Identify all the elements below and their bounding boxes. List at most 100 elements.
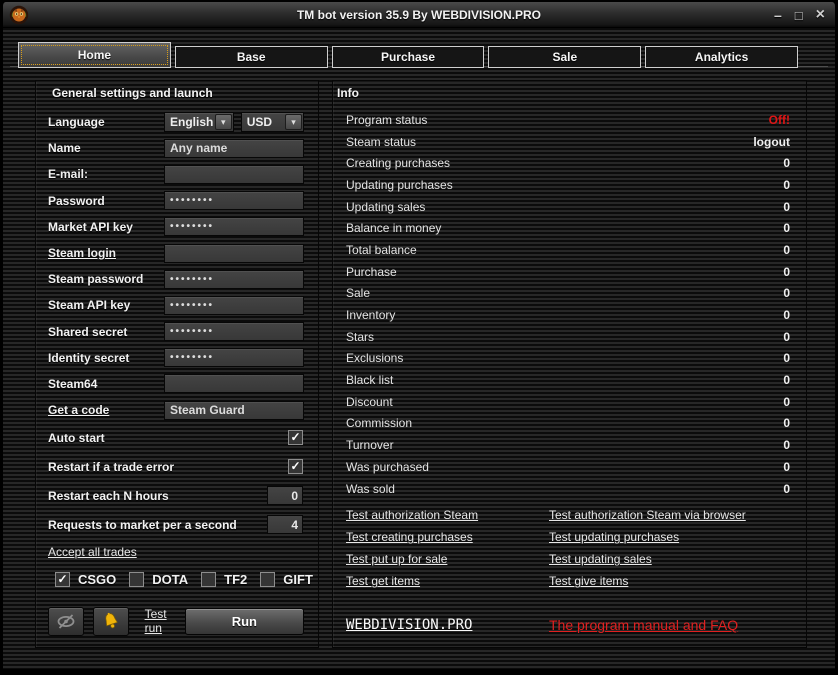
test-run-link[interactable]: Test run bbox=[145, 607, 185, 635]
checkbox-restart-if-a-trade-error[interactable]: ✓ bbox=[288, 459, 303, 475]
run-button[interactable]: Run bbox=[184, 607, 305, 635]
general-settings-panel: General settings and launch Language Engl… bbox=[35, 80, 319, 648]
input-get-a-code[interactable] bbox=[164, 400, 304, 420]
accept-all-trades-link[interactable]: Accept all trades bbox=[48, 545, 137, 559]
form-row: Steam64 bbox=[48, 371, 304, 397]
manual-faq-link[interactable]: The program manual and FAQ bbox=[549, 617, 806, 633]
game-item-csgo: ✓ CSGO bbox=[55, 571, 116, 587]
link-test-give-items[interactable]: Test give items bbox=[549, 574, 806, 588]
info-row-was-purchased: Was purchased 0 bbox=[333, 456, 806, 478]
input-e-mail[interactable] bbox=[164, 164, 304, 184]
form-row: Steam API key bbox=[48, 292, 304, 318]
label-name: Name bbox=[48, 141, 81, 156]
chevron-down-icon[interactable]: ▾ bbox=[285, 114, 302, 131]
input-shared-secret[interactable] bbox=[164, 322, 304, 342]
sound-button[interactable] bbox=[92, 606, 129, 636]
input-identity-secret[interactable] bbox=[164, 348, 304, 368]
label-password: Password bbox=[48, 193, 105, 208]
form-row: E-mail: bbox=[48, 161, 304, 187]
tab-bar: Home Base Purchase Sale Analytics bbox=[18, 42, 798, 68]
info-value: 0 bbox=[783, 481, 790, 496]
minimize-button[interactable]: – bbox=[774, 8, 782, 22]
checkbox-csgo[interactable]: ✓ bbox=[55, 571, 70, 587]
chevron-down-icon[interactable]: ▾ bbox=[214, 114, 232, 131]
fields: LanguageEnglish▾USD▾NameE-mail:PasswordM… bbox=[48, 109, 304, 423]
link-test-authorization-steam[interactable]: Test authorization Steam bbox=[346, 508, 549, 522]
input-steam-login[interactable] bbox=[164, 243, 304, 263]
link-test-get-items[interactable]: Test get items bbox=[346, 574, 549, 588]
game-item-tf2: TF2 bbox=[201, 571, 247, 587]
info-label: Total balance bbox=[346, 242, 417, 257]
checkbox-auto-start[interactable]: ✓ bbox=[288, 430, 303, 446]
info-value: logout bbox=[753, 134, 790, 149]
titlebar: TM bot version 35.9 By WEBDIVISION.PRO –… bbox=[3, 2, 835, 28]
info-value: 0 bbox=[783, 416, 790, 431]
form-row: Identity secret bbox=[48, 345, 304, 371]
info-row-updating-purchases: Updating purchases 0 bbox=[333, 174, 806, 196]
info-value: 0 bbox=[783, 459, 790, 474]
tab-purchase[interactable]: Purchase bbox=[331, 46, 485, 68]
language-select[interactable]: English ▾ bbox=[164, 112, 234, 133]
label-shared-secret: Shared secret bbox=[48, 324, 128, 339]
label-auto-start: Auto start bbox=[48, 430, 105, 445]
numeric-row: Requests to market per a second bbox=[48, 510, 304, 539]
form-row: Steam login bbox=[48, 240, 304, 266]
input-market-api-key[interactable] bbox=[164, 217, 304, 237]
label-restart-if-a-trade-error: Restart if a trade error bbox=[48, 459, 175, 474]
game-item-dota: DOTA bbox=[129, 571, 189, 587]
checkbox-dota[interactable] bbox=[129, 571, 145, 587]
info-value: 0 bbox=[783, 221, 790, 236]
tab-analytics[interactable]: Analytics bbox=[645, 46, 798, 68]
label-identity-secret: Identity secret bbox=[48, 350, 130, 365]
info-value: 0 bbox=[783, 264, 790, 279]
tab-base[interactable]: Base bbox=[174, 46, 328, 68]
game-label: DOTA bbox=[152, 571, 189, 587]
input-requests-to-market-per-a-second[interactable] bbox=[267, 515, 303, 535]
info-value: 0 bbox=[783, 199, 790, 214]
toggles: Auto start ✓ Restart if a trade error ✓ bbox=[48, 423, 304, 481]
input-name[interactable] bbox=[164, 138, 304, 158]
info-row-purchase: Purchase 0 bbox=[333, 261, 806, 283]
input-steam-password[interactable] bbox=[164, 269, 304, 289]
label-steam-login[interactable]: Steam login bbox=[48, 246, 164, 260]
link-test-updating-sales[interactable]: Test updating sales bbox=[549, 552, 806, 566]
tab-sale[interactable]: Sale bbox=[488, 46, 642, 68]
info-row-was-sold: Was sold 0 bbox=[333, 478, 806, 500]
link-test-authorization-steam-via-browser[interactable]: Test authorization Steam via browser bbox=[549, 508, 806, 522]
info-value: 0 bbox=[783, 438, 790, 453]
label-steam-password: Steam password bbox=[48, 272, 144, 287]
webdivision-link[interactable]: WEBDIVISION.PRO bbox=[346, 617, 549, 633]
input-restart-each-n-hours[interactable] bbox=[267, 486, 303, 506]
maximize-button[interactable]: □ bbox=[795, 9, 803, 22]
label-steam64: Steam64 bbox=[48, 376, 98, 391]
label-requests-to-market-per-a-second: Requests to market per a second bbox=[48, 517, 237, 532]
info-rows: Program status Off! Steam status logout Crea… bbox=[333, 109, 806, 499]
close-button[interactable]: × bbox=[816, 7, 825, 23]
link-test-put-up-for-sale[interactable]: Test put up for sale bbox=[346, 552, 549, 566]
form-row: Steam password bbox=[48, 266, 304, 292]
currency-select[interactable]: USD ▾ bbox=[240, 112, 304, 133]
hide-button[interactable] bbox=[48, 606, 84, 636]
checkbox-tf2[interactable] bbox=[201, 571, 217, 587]
info-row-turnover: Turnover 0 bbox=[333, 434, 806, 456]
label-e-mail: E-mail: bbox=[48, 167, 89, 182]
tab-home[interactable]: Home bbox=[18, 42, 171, 68]
actions-row: Test run Run bbox=[48, 606, 305, 636]
info-row-inventory: Inventory 0 bbox=[333, 304, 806, 326]
link-test-updating-purchases[interactable]: Test updating purchases bbox=[549, 530, 806, 544]
label-get-a-code[interactable]: Get a code bbox=[48, 403, 164, 417]
info-value: 0 bbox=[783, 177, 790, 192]
input-steam-api-key[interactable] bbox=[164, 295, 304, 315]
numerics: Restart each N hours Requests to market p… bbox=[48, 481, 304, 539]
info-row-black-list: Black list 0 bbox=[333, 369, 806, 391]
game-checkboxes: ✓ CSGO DOTA TF2 GIFT bbox=[48, 565, 313, 593]
input-steam64[interactable] bbox=[164, 374, 304, 394]
info-value: 0 bbox=[783, 394, 790, 409]
checkbox-gift[interactable] bbox=[260, 571, 276, 587]
input-password[interactable] bbox=[164, 191, 304, 211]
link-test-creating-purchases[interactable]: Test creating purchases bbox=[346, 530, 549, 544]
info-row-creating-purchases: Creating purchases 0 bbox=[333, 152, 806, 174]
info-label: Was sold bbox=[346, 481, 395, 496]
info-footer: WEBDIVISION.PRO The program manual and F… bbox=[333, 617, 806, 633]
form-row: Name bbox=[48, 135, 304, 161]
